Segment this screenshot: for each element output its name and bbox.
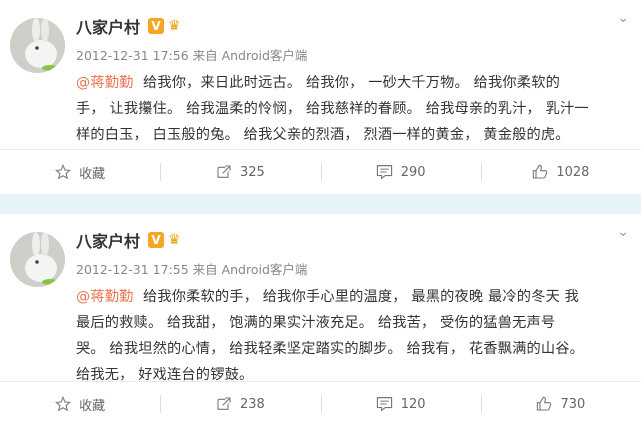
avatar[interactable] bbox=[10, 232, 65, 287]
post-body: @蒋勤勤 给我你，来日此时远古。 给我你， 一砂大千万物。 给我你柔软的 手， … bbox=[76, 70, 636, 148]
weibo-post: 八家户村 V ♛ 2012-12-31 17:55 来自 Android客户端 … bbox=[0, 214, 641, 426]
star-icon bbox=[55, 396, 72, 412]
comment-icon bbox=[376, 397, 392, 412]
crown-icon: ♛ bbox=[168, 18, 181, 34]
favorite-label: 收藏 bbox=[79, 398, 106, 414]
like-button[interactable]: 1028 bbox=[480, 150, 641, 194]
post-line: 样的白玉， 白玉般的兔。 给我父亲的烈酒， 烈酒一样的黄金， 黄金般的虎。 bbox=[76, 127, 570, 143]
favorite-button[interactable]: 收藏 bbox=[0, 382, 160, 426]
mention-link[interactable]: @蒋勤勤 bbox=[76, 75, 134, 91]
star-icon bbox=[55, 164, 72, 180]
post-line: 给我你，来日此时远古。 给我你， 一砂大千万物。 给我你柔软的 bbox=[142, 75, 560, 91]
chevron-down-icon[interactable]: ⌄ bbox=[617, 10, 629, 26]
favorite-label: 收藏 bbox=[79, 166, 106, 182]
like-icon bbox=[533, 164, 548, 179]
like-count: 1028 bbox=[556, 164, 590, 180]
post-line: 哭。 给我坦然的心情， 给我轻柔坚定踏实的脚步。 给我有， 花香飘满的山谷。 bbox=[76, 341, 585, 357]
comment-icon bbox=[376, 165, 392, 180]
repost-icon bbox=[217, 165, 231, 178]
crown-icon: ♛ bbox=[168, 232, 181, 248]
mention-link[interactable]: @蒋勤勤 bbox=[76, 289, 134, 305]
repost-button[interactable]: 325 bbox=[160, 150, 320, 194]
post-line: 给我你柔软的手， 给我你手心里的温度， 最黑的夜晚 最冷的冬天 我 bbox=[142, 289, 580, 305]
comment-count: 120 bbox=[400, 396, 426, 412]
post-line: 手， 让我攥住。 给我温柔的怜悯， 给我慈祥的眷顾。 给我母亲的乳汁， 乳汁一 bbox=[76, 101, 589, 117]
comment-button[interactable]: 120 bbox=[320, 382, 481, 426]
post-line: 最后的救赎。 给我甜， 饱满的果实汁液充足。 给我苦， 受伤的猛兽无声号 bbox=[76, 315, 556, 331]
weibo-post: 八家户村 V ♛ 2012-12-31 17:56 来自 Android客户端 … bbox=[0, 0, 641, 194]
repost-button[interactable]: 238 bbox=[160, 382, 320, 426]
verified-v-icon: V bbox=[148, 232, 165, 248]
rabbit-avatar-icon bbox=[10, 232, 65, 287]
action-bar: 收藏 325 290 1028 bbox=[0, 149, 641, 194]
repost-icon bbox=[217, 397, 231, 410]
repost-count: 238 bbox=[239, 396, 265, 412]
like-count: 730 bbox=[560, 396, 586, 412]
comment-count: 290 bbox=[400, 164, 426, 180]
comment-button[interactable]: 290 bbox=[320, 150, 481, 194]
author-name[interactable]: 八家户村 bbox=[76, 228, 140, 252]
like-icon bbox=[537, 396, 552, 411]
chevron-down-icon[interactable]: ⌄ bbox=[617, 224, 629, 240]
post-meta: 2012-12-31 17:56 来自 Android客户端 bbox=[76, 48, 308, 63]
rabbit-avatar-icon bbox=[10, 18, 65, 73]
favorite-button[interactable]: 收藏 bbox=[0, 150, 160, 194]
action-bar: 收藏 238 120 730 bbox=[0, 381, 641, 426]
post-body: @蒋勤勤 给我你柔软的手， 给我你手心里的温度， 最黑的夜晚 最冷的冬天 我 最… bbox=[76, 284, 636, 388]
feed-divider bbox=[0, 194, 641, 214]
author-name[interactable]: 八家户村 bbox=[76, 14, 140, 38]
verified-v-icon: V bbox=[148, 18, 165, 34]
like-button[interactable]: 730 bbox=[480, 382, 641, 426]
repost-count: 325 bbox=[239, 164, 265, 180]
post-meta: 2012-12-31 17:55 来自 Android客户端 bbox=[76, 262, 308, 277]
avatar[interactable] bbox=[10, 18, 65, 73]
